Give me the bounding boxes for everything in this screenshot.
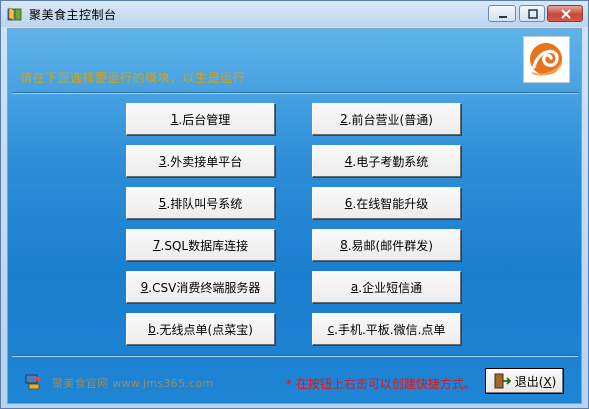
shortcut-tip: * 在按钮上右击可以创建快捷方式。 <box>286 377 476 391</box>
wireless-ordering-button[interactable]: b .无线点单(点菜宝) <box>126 313 275 345</box>
shortcut-key: 5 <box>158 196 167 210</box>
button-label: .手机.平板.微信.点单 <box>334 322 446 337</box>
button-label: .排队叫号系统 <box>166 196 243 211</box>
takeout-platform-button[interactable]: 3 .外卖接单平台 <box>126 145 275 177</box>
close-button[interactable] <box>547 5 583 22</box>
minimize-icon <box>499 16 507 18</box>
exit-door-icon <box>494 373 511 389</box>
button-label: .CSV消费终端服务器 <box>148 280 261 295</box>
website-text: 聚美食官网 www.jms365.com <box>52 377 214 390</box>
button-label: .外卖接单平台 <box>166 154 243 169</box>
sms-service-button[interactable]: a .企业短信通 <box>312 271 461 303</box>
button-label: .无线点单(点菜宝) <box>155 322 253 337</box>
shortcut-key: 6 <box>344 196 353 210</box>
close-icon <box>561 9 571 19</box>
shortcut-key: 7 <box>152 238 161 252</box>
button-label: .SQL数据库连接 <box>160 238 249 253</box>
button-label: .企业短信通 <box>358 280 423 295</box>
mobile-ordering-button[interactable]: c .手机.平板.微信.点单 <box>312 313 461 345</box>
shortcut-key: 1 <box>170 112 179 126</box>
computer-icon <box>25 374 41 390</box>
attendance-system-button[interactable]: 4 .电子考勤系统 <box>312 145 461 177</box>
sql-connection-button[interactable]: 7 .SQL数据库连接 <box>126 229 275 261</box>
button-label: .前台营业(普通) <box>347 112 433 127</box>
bottom-divider <box>12 355 578 357</box>
exit-label-text: 退出 <box>514 374 539 389</box>
button-label: .在线智能升级 <box>352 196 429 211</box>
queue-calling-button[interactable]: 5 .排队叫号系统 <box>126 187 275 219</box>
shortcut-key: b <box>148 322 156 336</box>
shortcut-key: 9 <box>140 280 149 294</box>
shortcut-key: c <box>327 322 335 336</box>
window-title: 聚美食主控制台 <box>29 8 117 22</box>
button-label: .易邮(邮件群发) <box>347 238 433 253</box>
shortcut-key: 8 <box>340 238 348 252</box>
instruction-text: 请在下面选择要运行的模块，以生是运行 <box>20 71 246 85</box>
csv-terminal-server-button[interactable]: 9 .CSV消费终端服务器 <box>126 271 275 303</box>
shortcut-key: 2 <box>340 112 348 126</box>
maximize-button[interactable] <box>519 5 545 22</box>
shortcut-key: 3 <box>158 154 167 168</box>
front-desk-button[interactable]: 2 .前台营业(普通) <box>312 103 461 135</box>
top-divider <box>12 92 578 94</box>
minimize-button[interactable] <box>488 5 516 22</box>
backend-management-button[interactable]: 1 .后台管理 <box>126 103 275 135</box>
shortcut-key: 4 <box>344 154 353 168</box>
main-panel: 请在下面选择要运行的模块，以生是运行 1 .后台管理 2 .前台营业(普通) 3 .外… <box>7 28 582 404</box>
shortcut-key: a <box>350 280 359 294</box>
mass-mail-button[interactable]: 8 .易邮(邮件群发) <box>312 229 461 261</box>
exit-label: 退出(X) <box>514 374 557 389</box>
swirl-logo-icon <box>530 43 563 76</box>
button-label: .电子考勤系统 <box>352 154 429 169</box>
brand-logo <box>523 36 570 83</box>
exit-shortcut-key: X <box>543 374 552 389</box>
app-book-icon <box>7 7 22 21</box>
title-bar[interactable]: 聚美食主控制台 <box>1 1 588 27</box>
maximize-icon <box>528 9 538 19</box>
button-label: .后台管理 <box>178 112 231 127</box>
online-upgrade-button[interactable]: 6 .在线智能升级 <box>312 187 461 219</box>
app-window: 聚美食主控制台 请在下面选择要运行的模块，以生是运行 1 .后台管理 2 .前台… <box>0 0 589 409</box>
exit-button[interactable]: 退出(X) <box>485 368 564 394</box>
